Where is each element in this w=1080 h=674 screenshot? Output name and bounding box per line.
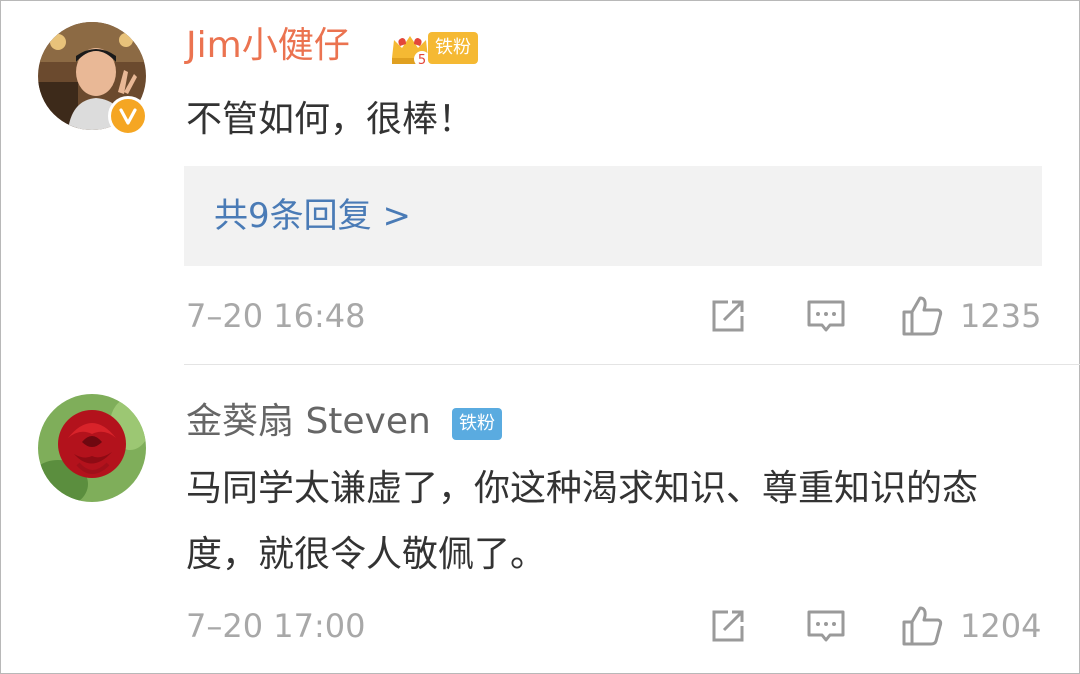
timestamp: 7–20 17:00 [186,607,366,645]
comment-meta: 7–20 17:00 1204 [0,600,1080,650]
like-icon[interactable] [900,294,944,338]
comment-item: Jim小健仔 5 铁粉 不管如何，很棒！ 共9条回复 > 7–20 16:48 … [0,0,1080,365]
crown-icon: 5 [392,36,430,68]
username[interactable]: 金葵扇 Steven [186,400,431,444]
fan-badge: 铁粉 [452,408,502,440]
comment-meta: 7–20 16:48 1235 [0,290,1080,340]
replies-box[interactable]: 共9条回复 > [184,166,1042,266]
avatar-photo [38,394,146,502]
comment-item: 金葵扇 Steven 铁粉 马同学太谦虚了，你这种渴求知识、尊重知识的态度，就很… [0,364,1080,674]
like-count: 1235 [960,297,1042,335]
comment-icon[interactable] [804,294,848,338]
comment-icon[interactable] [804,604,848,648]
share-icon[interactable] [706,294,750,338]
share-icon[interactable] [706,604,750,648]
timestamp: 7–20 16:48 [186,297,366,335]
username[interactable]: Jim小健仔 [186,24,350,68]
verified-icon [108,96,148,136]
avatar[interactable] [38,394,146,502]
fan-level: 5 [418,53,426,68]
like-count: 1204 [960,607,1042,645]
like-icon[interactable] [900,604,944,648]
comment-text: 不管如何，很棒！ [186,99,475,140]
view-replies-link[interactable]: 共9条回复 > [214,194,411,238]
fan-badge: 铁粉 [428,32,478,64]
comment-text: 马同学太谦虚了，你这种渴求知识、尊重知识的态度，就很令人敬佩了。 [186,468,979,575]
